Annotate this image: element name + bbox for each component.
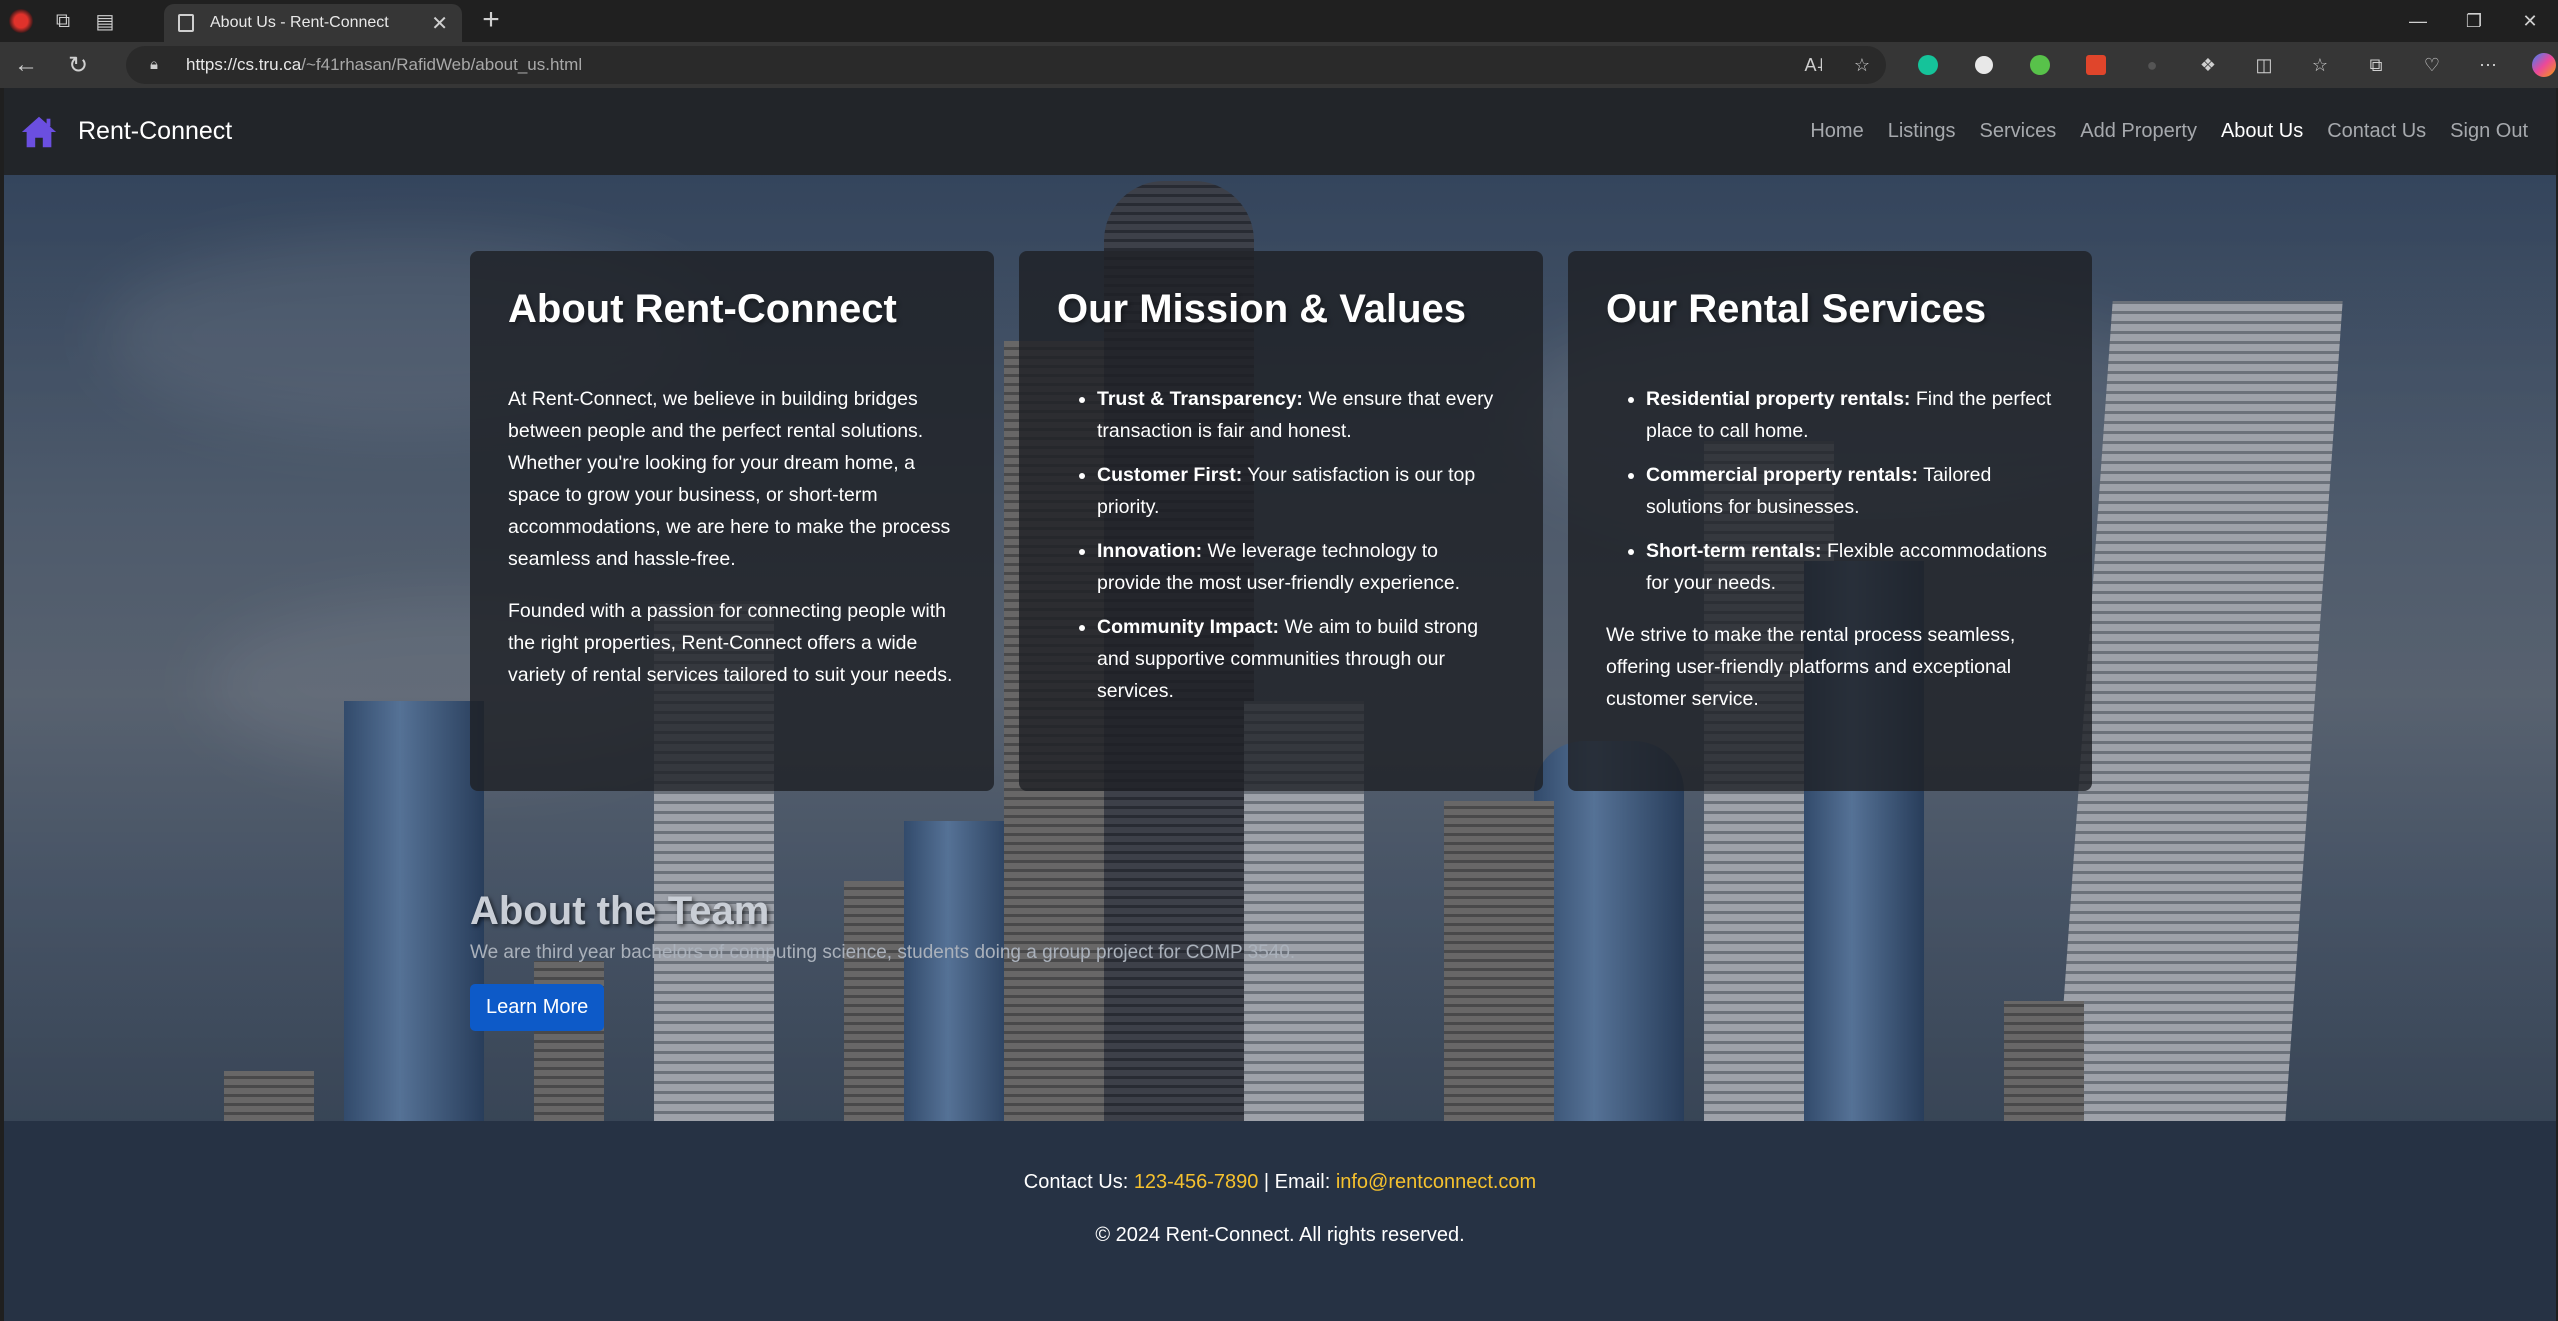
info-cards: About Rent-Connect At Rent-Connect, we b… [470,251,2092,791]
team-section: About the Team We are third year bachelo… [470,889,1295,1031]
extensions-puzzle-icon[interactable]: ❖ [2180,42,2236,88]
profile-avatar-icon[interactable] [0,0,42,42]
tab-title: About Us - Rent-Connect [210,14,389,31]
about-paragraph-1: At Rent-Connect, we believe in building … [508,388,951,570]
more-options-icon[interactable]: ⋯ [2460,42,2516,88]
extension-icon-c[interactable] [2012,42,2068,88]
brand-link[interactable]: Rent-Connect [20,113,232,151]
lock-icon[interactable]: 🔒︎ [150,56,168,74]
contact-separator: | Email: [1258,1171,1336,1193]
address-toolbar: ← ↻ 🔒︎ https://cs.tru.ca /~f41rhasan/Raf… [0,42,2558,88]
vertical-tabs-icon[interactable]: ▤ [84,0,126,42]
learn-more-button[interactable]: Learn More [470,984,605,1031]
services-closing: We strive to make the rental process sea… [1606,624,2016,710]
close-tab-icon[interactable]: ✕ [431,11,448,36]
nav-sign-out[interactable]: Sign Out [2438,120,2540,143]
restore-icon[interactable]: ❐ [2446,0,2502,42]
service-label: Residential property rentals: [1646,388,1911,410]
team-description: We are third year bachelors of computing… [470,942,1296,963]
value-label: Customer First: [1097,464,1243,486]
browser-essentials-icon[interactable]: ♡ [2404,42,2460,88]
list-item: Customer First: Your satisfaction is our… [1097,459,1505,523]
phone-link[interactable]: 123-456-7890 [1134,1171,1259,1193]
nav-listings[interactable]: Listings [1876,120,1968,143]
site-navbar: Rent-Connect Home Listings Services Add … [4,88,2556,175]
refresh-icon[interactable]: ↻ [52,42,104,88]
copyright: © 2024 Rent-Connect. All rights reserved… [1095,1224,1465,1246]
nav-contact-us[interactable]: Contact Us [2315,120,2438,143]
list-item: Commercial property rentals: Tailored so… [1646,459,2054,523]
house-logo-icon [21,116,57,147]
list-item: Short-term rentals: Flexible accommodati… [1646,535,2054,599]
value-label: Trust & Transparency: [1097,388,1303,410]
split-screen-icon[interactable]: ◫ [2236,42,2292,88]
service-label: Commercial property rentals: [1646,464,1919,486]
grammarly-extension-icon[interactable] [1900,42,1956,88]
minimize-icon[interactable]: — [2390,0,2446,42]
nav-about-us[interactable]: About Us [2209,120,2315,143]
about-paragraph-2: Founded with a passion for connecting pe… [508,600,953,686]
contact-prefix: Contact Us: [1023,1171,1134,1193]
service-label: Short-term rentals: [1646,540,1822,562]
close-window-icon[interactable]: ✕ [2502,0,2558,42]
mission-card-title: Our Mission & Values [1057,287,1467,331]
nav-services[interactable]: Services [1968,120,2069,143]
web-page: Rent-Connect Home Listings Services Add … [4,88,2556,1321]
back-icon[interactable]: ← [0,42,52,88]
url-field[interactable]: 🔒︎ https://cs.tru.ca /~f41rhasan/RafidWe… [126,46,1886,84]
page-favicon-icon [178,14,194,32]
copilot-icon[interactable] [2516,42,2558,88]
value-label: Community Impact: [1097,616,1280,638]
nav-add-property[interactable]: Add Property [2068,120,2209,143]
extension-icon-disabled[interactable]: ● [2124,42,2180,88]
team-title: About the Team [470,889,770,933]
list-item: Residential property rentals: Find the p… [1646,383,2054,447]
nav-home[interactable]: Home [1798,120,1875,143]
site-footer: Contact Us: 123-456-7890 | Email: info@r… [4,1121,2556,1321]
extension-icon-w[interactable] [1956,42,2012,88]
read-aloud-icon[interactable]: A˨ [1790,46,1838,84]
services-card: Our Rental Services Residential property… [1568,251,2092,791]
active-tab[interactable]: About Us - Rent-Connect ✕ [164,4,462,42]
browser-tab-strip: ⧉ ▤ About Us - Rent-Connect ✕ + — ❐ ✕ [0,0,2558,42]
list-item: Innovation: We leverage technology to pr… [1097,535,1505,599]
mission-card: Our Mission & Values Trust & Transparenc… [1019,251,1543,791]
hero-section: About Rent-Connect At Rent-Connect, we b… [4,175,2556,1121]
about-card: About Rent-Connect At Rent-Connect, we b… [470,251,994,791]
nav-menu: Home Listings Services Add Property Abou… [1798,120,2540,143]
values-list: Trust & Transparency: We ensure that eve… [1057,383,1505,707]
footer-contact: Contact Us: 123-456-7890 | Email: info@r… [4,1171,2556,1194]
brand-name: Rent-Connect [78,117,233,145]
favorite-star-icon[interactable]: ☆ [1838,46,1886,84]
favorites-icon[interactable]: ☆ [2292,42,2348,88]
about-card-title: About Rent-Connect [508,287,897,331]
url-host: https://cs.tru.ca [186,55,302,74]
workspaces-icon[interactable]: ⧉ [42,0,84,42]
list-item: Trust & Transparency: We ensure that eve… [1097,383,1505,447]
extension-icon-download[interactable] [2068,42,2124,88]
collections-icon[interactable]: ⧉ [2348,42,2404,88]
email-link[interactable]: info@rentconnect.com [1336,1171,1536,1193]
services-list: Residential property rentals: Find the p… [1606,383,2054,599]
services-card-title: Our Rental Services [1606,287,1987,331]
value-label: Innovation: [1097,540,1203,562]
list-item: Community Impact: We aim to build strong… [1097,611,1505,707]
url-path: /~f41rhasan/RafidWeb/about_us.html [301,55,583,74]
new-tab-button[interactable]: + [474,4,508,38]
